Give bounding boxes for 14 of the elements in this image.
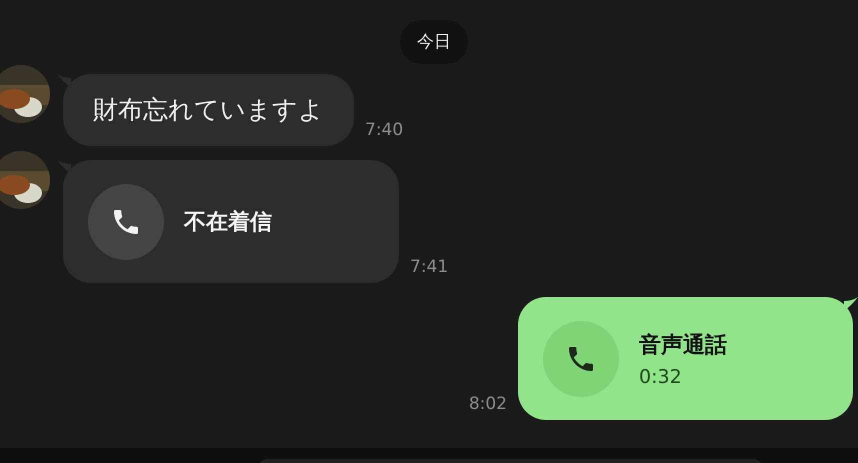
call-title: 音声通話 xyxy=(639,332,727,360)
message-bubble[interactable]: 財布忘れていますよ xyxy=(63,74,354,146)
call-bubble[interactable]: 不在着信 xyxy=(63,160,399,283)
bubble-tail xyxy=(844,297,858,311)
date-chip: 今日 xyxy=(400,20,468,64)
message-time: 8:02 xyxy=(468,394,507,416)
call-bubble[interactable]: 音声通話 0:32 xyxy=(518,297,853,420)
avatar-photo-placeholder[interactable] xyxy=(0,151,50,209)
call-duration: 0:32 xyxy=(639,366,683,388)
avatar-photo-placeholder[interactable] xyxy=(0,65,50,123)
message-time: 7:41 xyxy=(410,257,448,279)
message-text: 財布忘れていますよ xyxy=(93,95,324,124)
call-title: 不在着信 xyxy=(184,208,272,236)
message-time: 7:40 xyxy=(365,120,404,142)
